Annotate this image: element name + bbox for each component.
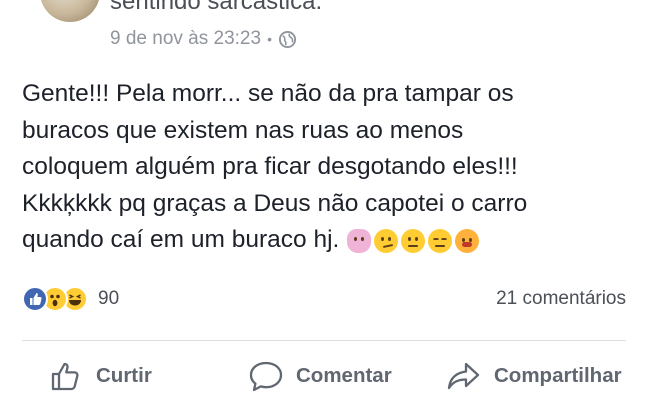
share-button-label: Compartilhar xyxy=(494,364,622,387)
avatar[interactable] xyxy=(40,0,100,22)
face-palm-emoji xyxy=(347,228,372,253)
speech-bubble-icon xyxy=(248,360,284,392)
reaction-summary[interactable]: 90 xyxy=(22,286,119,312)
like-button-label: Curtir xyxy=(96,364,152,387)
thinking-face-emoji xyxy=(374,228,399,253)
post-text-line: Kkkķkkk pq graças a Deus não capotei o c… xyxy=(22,189,528,217)
post-body: Gente!!! Pela morr... se não da pra tamp… xyxy=(22,76,632,259)
share-arrow-icon xyxy=(446,360,482,392)
like-button[interactable]: Curtir xyxy=(50,360,152,392)
comment-button[interactable]: Comentar xyxy=(248,360,392,392)
post-actions: Curtir Comentar Compartilhar xyxy=(0,350,648,401)
persevering-face-emoji xyxy=(455,228,480,253)
post-text-line: quando caí em um buraco hj. xyxy=(22,226,340,253)
meta-separator: • xyxy=(267,31,272,47)
globe-icon[interactable] xyxy=(278,30,297,49)
comments-count[interactable]: 21 comentários xyxy=(496,288,626,310)
post-meta: 9 de nov às 23:23 • xyxy=(110,28,297,50)
author-status-text: sentindo sarcástica. xyxy=(110,0,323,15)
post-timestamp[interactable]: 9 de nov às 23:23 xyxy=(110,28,261,50)
thumbs-up-icon xyxy=(50,360,84,392)
neutral-face-emoji xyxy=(401,228,426,253)
post-text-line: coloquem alguém pra ficar desgotando ele… xyxy=(22,153,518,180)
post-text-line-last: quando caí em um buraco hj. xyxy=(22,222,632,259)
post-text-line: Gente!!! Pela morr... se não da pra tamp… xyxy=(22,80,514,107)
reaction-count: 90 xyxy=(98,288,120,309)
divider xyxy=(22,340,626,341)
post-text-line: buracos que existem nas ruas ao menos xyxy=(22,116,464,144)
comment-button-label: Comentar xyxy=(296,364,392,387)
post-header: sentindo sarcástica. 9 de nov às 23:23 • xyxy=(0,0,648,60)
emoji-row xyxy=(347,228,480,253)
share-button[interactable]: Compartilhar xyxy=(446,360,622,392)
expressionless-face-emoji xyxy=(428,228,453,253)
like-reaction-icon xyxy=(22,286,48,312)
